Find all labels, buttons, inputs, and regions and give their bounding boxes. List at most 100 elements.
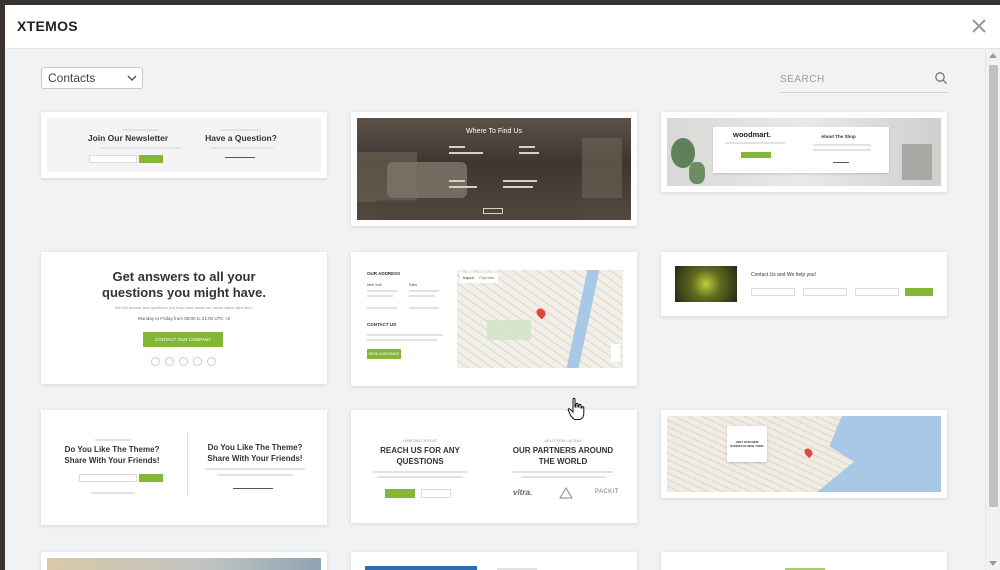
partner-logo-vitra: vitra. [513, 488, 533, 497]
preview-line [409, 290, 439, 292]
preview-input [803, 288, 847, 296]
template-card-newsletter[interactable]: Join Our Newsletter Have a Question? [41, 112, 327, 178]
help-title: Contact Us and We help you! [751, 272, 816, 278]
preview-button [385, 489, 415, 498]
template-card-answers[interactable]: Get answers to all your questions you mi… [41, 252, 327, 384]
twitter-icon [165, 357, 174, 366]
chevron-down-icon [127, 75, 137, 82]
template-card-help[interactable]: Contact Us and We help you! [661, 252, 947, 316]
preview-line [813, 144, 871, 146]
template-card-find-us[interactable]: Where To Find Us [351, 112, 637, 226]
card-preview-photo [365, 566, 477, 570]
preview-link [833, 162, 849, 163]
social-icons [151, 357, 221, 367]
stores-title-line2: STORES IN NEW YORK [730, 444, 764, 448]
vertical-scrollbar[interactable] [985, 49, 1000, 570]
answers-title-line2: questions you might have. [102, 285, 266, 300]
address-heading: OUR ADDRESS [367, 271, 401, 276]
scroll-down-icon[interactable] [989, 561, 997, 566]
preview-input [89, 155, 137, 163]
preview-line [813, 149, 871, 151]
newsletter-title: Join Our Newsletter [87, 133, 169, 143]
preview-button-outline [421, 489, 451, 498]
preview-line [503, 180, 537, 182]
linkedin-icon [193, 357, 202, 366]
map-streets [457, 270, 623, 368]
contact-heading: CONTACT US [367, 322, 397, 327]
share-left-title-line2: Share With Your Friends! [64, 456, 160, 465]
preview-button [905, 288, 933, 296]
shop-logo: woodmart. [733, 130, 771, 139]
preview-line [449, 186, 477, 188]
preview-button [741, 152, 771, 158]
close-button[interactable] [966, 13, 992, 39]
contact-company-button: CONTACT OUR COMPANY [143, 332, 223, 347]
preview-link [233, 488, 273, 489]
find-us-title: Where To Find Us [466, 128, 522, 135]
preview-map: Карта Спутник [457, 270, 623, 368]
map-park [487, 320, 531, 340]
answers-subtitle: We will answer any questions you may hav… [115, 305, 253, 310]
partner-logo-packit: PACKIT [595, 489, 619, 495]
preview-button [139, 155, 163, 163]
partners-left-title-line2: QUESTIONS [396, 457, 444, 466]
search-box [780, 67, 948, 93]
preview-input [751, 288, 795, 296]
template-card-stores[interactable]: VISIT OUR NEW STORES IN NEW YORK [661, 410, 947, 498]
preview-line [519, 146, 535, 148]
preview-line [101, 147, 181, 149]
preview-line [449, 180, 465, 182]
preview-map: VISIT OUR NEW STORES IN NEW YORK [667, 416, 941, 492]
answers-hours: Monday to Friday from 09:00 to 21:00 UTC… [138, 316, 230, 321]
preview-line [367, 290, 397, 292]
category-select[interactable]: Contacts [41, 67, 143, 89]
shop-title: About The Shop [821, 134, 856, 139]
search-input[interactable] [780, 69, 928, 89]
template-card-row4-2[interactable] [351, 552, 637, 570]
brand-title: XTEMOS [17, 18, 78, 34]
toolbar: Contacts [5, 49, 985, 109]
hand-pointer-icon [567, 397, 585, 420]
template-card-share[interactable]: Do You Like The Theme? Share With Your F… [41, 410, 327, 525]
preview-rug [377, 200, 577, 220]
preview-line [367, 307, 397, 309]
map-tab-map: Карта [463, 275, 474, 280]
pinterest-icon [207, 357, 216, 366]
template-card-partners[interactable]: HABITANT A FEAT REACH US FOR ANY QUESTIO… [351, 410, 637, 523]
template-card-row4-1[interactable] [41, 552, 327, 570]
preview-line [123, 129, 159, 131]
template-card-row4-3[interactable] [661, 552, 947, 570]
close-icon [972, 19, 986, 33]
facebook-icon [151, 357, 160, 366]
scrollbar-thumb[interactable] [989, 65, 998, 507]
preview-button [483, 208, 503, 214]
preview-line [91, 492, 135, 494]
preview-line [217, 474, 293, 476]
partner-logo-mountain-icon [559, 487, 573, 499]
template-card-address[interactable]: OUR ADDRESS New York Paris CONTACT US SE… [351, 252, 637, 386]
google-plus-icon [179, 357, 188, 366]
search-icon[interactable] [934, 71, 948, 85]
preview-input [79, 474, 137, 482]
preview-divider [187, 432, 188, 496]
question-title: Have a Question? [205, 133, 277, 143]
preview-line [205, 468, 305, 470]
templates-modal: XTEMOS Contacts Join Our Newsletter [5, 5, 1000, 570]
preview-line [449, 146, 465, 148]
preview-button [139, 474, 163, 482]
answers-title-line1: Get answers to all your [112, 269, 256, 284]
template-card-shop[interactable]: woodmart. About The Shop [661, 112, 947, 192]
preview-line [95, 439, 131, 441]
partners-right-title-line1: OUR PARTNERS AROUND [512, 446, 614, 455]
partners-left-sub: HABITANT A FEAT [403, 438, 437, 443]
preview-line [449, 152, 483, 154]
preview-line [367, 295, 393, 297]
preview-line [513, 471, 613, 473]
modal-header: XTEMOS [5, 5, 1000, 49]
address-city2: Paris [409, 283, 417, 287]
scroll-up-icon[interactable] [989, 53, 997, 58]
preview-line [367, 339, 437, 341]
card-preview-photo [675, 266, 737, 302]
send-message-button: SEND A MESSAGE [367, 349, 401, 359]
partners-right-sub: VELIT SEM LACINIA [544, 438, 582, 443]
